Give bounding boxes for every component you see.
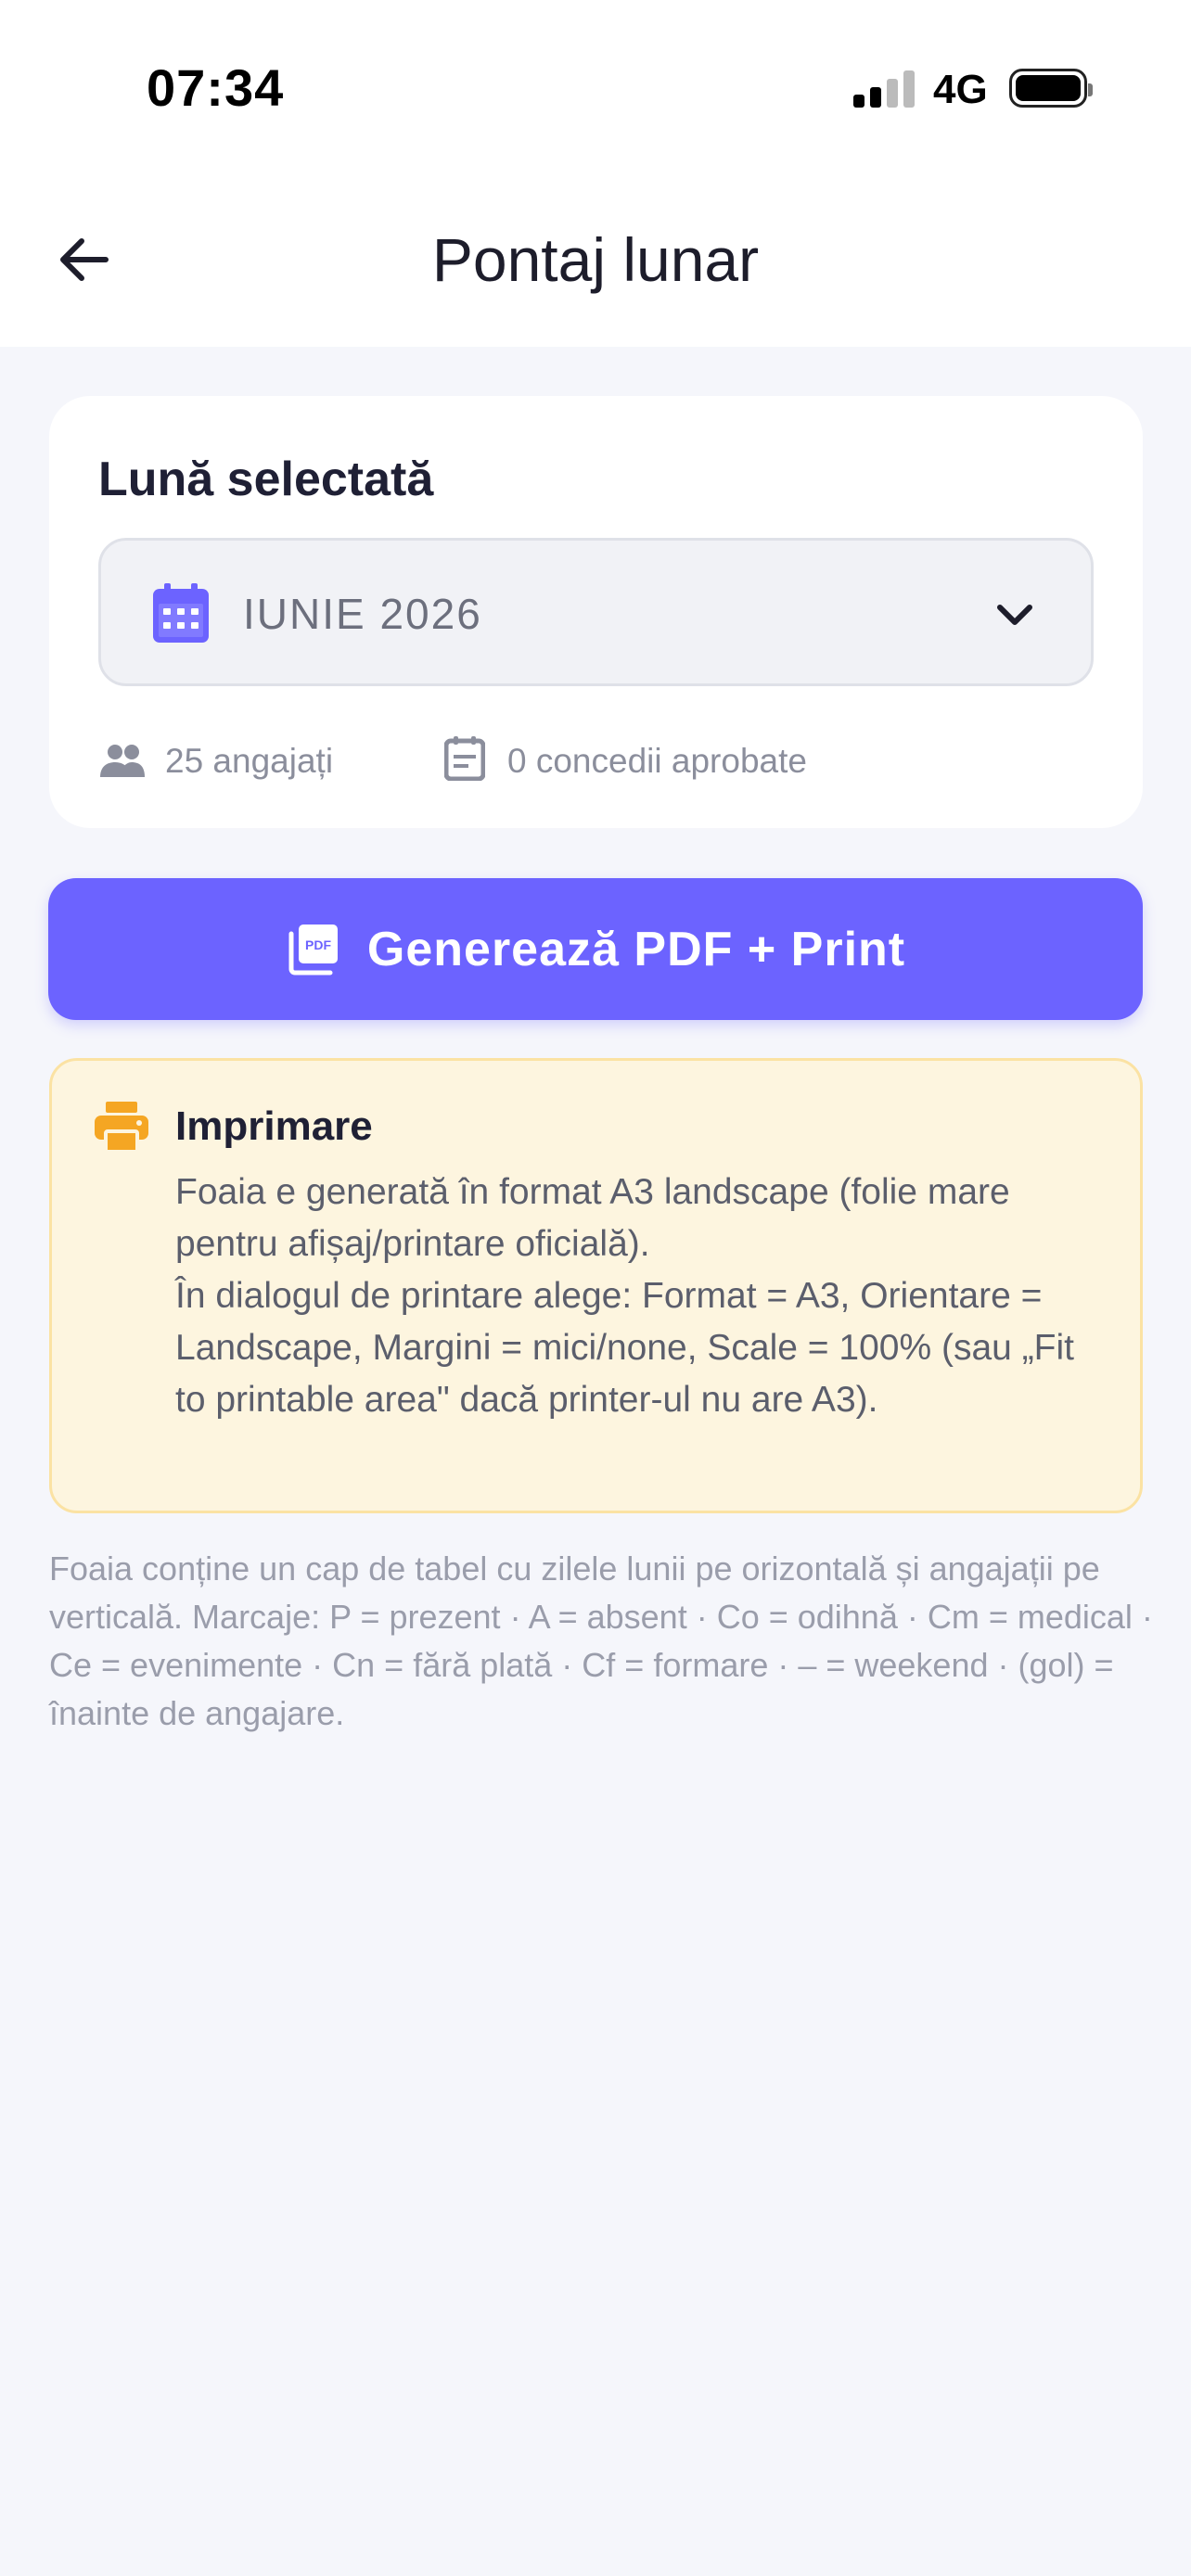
network-type: 4G (933, 67, 988, 112)
page-title: Pontaj lunar (431, 225, 760, 294)
generate-pdf-print-button[interactable]: PDF Generează PDF + Print (48, 878, 1143, 1020)
month-select-dropdown[interactable]: IUNIE 2026 (98, 538, 1094, 686)
approved-leaves: 0 concedii aprobate (507, 742, 807, 780)
calendar-icon (153, 583, 209, 643)
print-info-box: Imprimare Foaia e generată în format A3 … (49, 1058, 1143, 1513)
svg-text:PDF: PDF (305, 937, 331, 952)
print-info-title: Imprimare (175, 1103, 373, 1149)
legend-note: Foaia conține un cap de tabel cu zilele … (49, 1549, 1153, 1732)
chevron-down-icon (997, 605, 1032, 625)
generate-button-label: Generează PDF + Print (366, 922, 906, 976)
print-info-body: Foaia e generată în format A3 landscape … (175, 1167, 1112, 1426)
employees-count: 25 angajați (165, 742, 334, 780)
battery-icon (1009, 69, 1093, 108)
month-card-label: Lună selectată (98, 453, 434, 506)
month-meta-row: 25 angajați 0 concedii aprobate (98, 733, 1100, 788)
print-info-line-1: Foaia e generată în format A3 landscape … (175, 1172, 1010, 1264)
selected-month-value: IUNIE 2026 (243, 590, 482, 638)
top-bar: 07:34 4G Pontaj lunar (0, 0, 1191, 347)
month-card: Lună selectată IUNIE 2026 25 angajați 0 … (49, 396, 1143, 828)
status-icons: 4G (853, 63, 1095, 115)
pdf-icon: PDF (288, 924, 338, 975)
status-time: 07:34 (147, 58, 285, 117)
printer-icon (95, 1102, 148, 1152)
event-icon (444, 736, 485, 781)
signal-icon (853, 70, 915, 108)
print-info-line-2: În dialogul de printare alege: Format = … (175, 1276, 1075, 1420)
people-icon (100, 745, 145, 777)
